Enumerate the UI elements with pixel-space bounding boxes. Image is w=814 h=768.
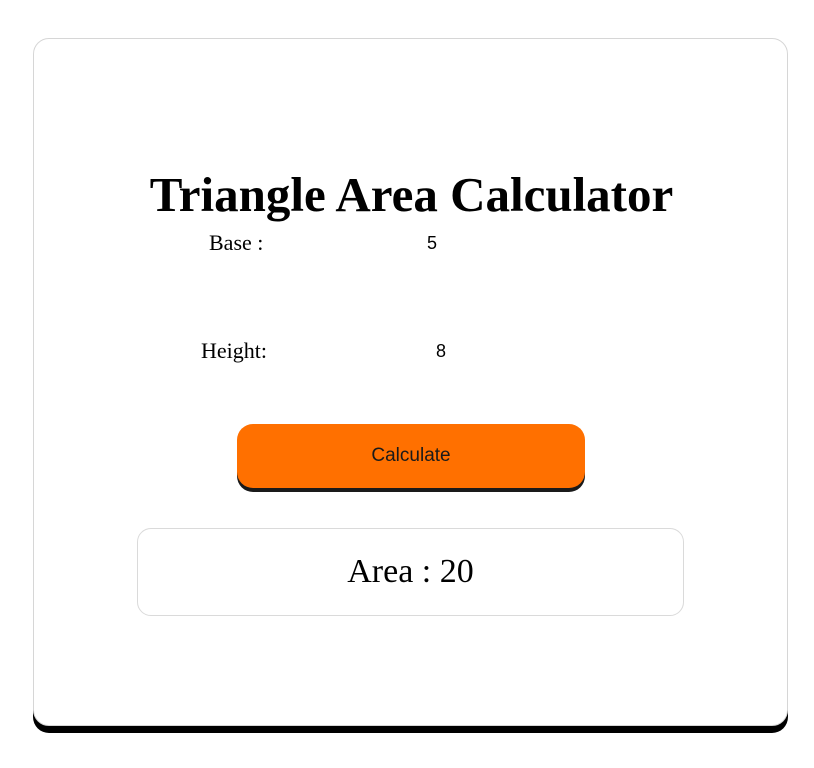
calculator-card: Triangle Area Calculator Base : Height: … [33, 38, 788, 726]
base-input[interactable] [427, 228, 547, 258]
result-box: Area : 20 [137, 528, 684, 616]
result-text: Area : 20 [347, 553, 474, 591]
result-value: 20 [439, 553, 474, 590]
height-label: Height: [201, 338, 267, 363]
result-label: Area : [347, 553, 432, 590]
page-title: Triangle Area Calculator [149, 167, 674, 222]
base-label: Base : [209, 230, 264, 255]
height-input[interactable] [436, 336, 556, 366]
calculate-button[interactable]: Calculate [237, 424, 585, 488]
